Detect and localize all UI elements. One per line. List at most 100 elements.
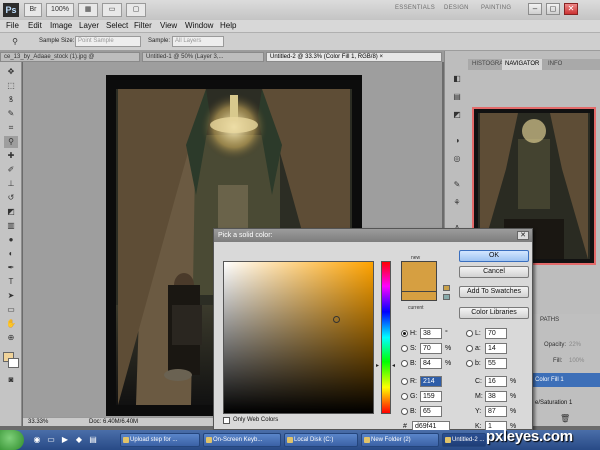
lasso-tool-icon[interactable]: ꝸ [4, 94, 18, 106]
tab-info[interactable]: INFO [548, 61, 562, 67]
ok-button[interactable]: OK [459, 250, 529, 262]
masks-panel-icon[interactable]: ◎ [450, 153, 464, 165]
app-quicklaunch-icon[interactable]: ◆ [74, 435, 84, 445]
status-zoom[interactable]: 33.33% [28, 419, 48, 425]
yellow-input[interactable]: 87 [485, 406, 507, 417]
clone-source-panel-icon[interactable]: ⚘ [450, 197, 464, 209]
b-channel-radio[interactable] [466, 360, 473, 367]
not-web-safe-icon[interactable] [443, 294, 450, 300]
red-radio[interactable] [401, 378, 408, 385]
a-channel-input[interactable]: 14 [485, 343, 507, 354]
sample-size-select[interactable]: Point Sample [75, 36, 141, 47]
close-button[interactable]: ✕ [564, 3, 578, 15]
menu-image[interactable]: Image [50, 21, 72, 30]
dialog-close-icon[interactable]: ✕ [517, 231, 529, 240]
saturation-radio[interactable] [401, 345, 408, 352]
menu-filter[interactable]: Filter [134, 21, 152, 30]
magenta-input[interactable]: 38 [485, 391, 507, 402]
menu-layer[interactable]: Layer [79, 21, 99, 30]
zoom-level-button[interactable]: 100% [46, 3, 74, 17]
workspace-painting[interactable]: PAINTING [481, 5, 511, 11]
cyan-input[interactable]: 16 [485, 376, 507, 387]
tab-stock-image[interactable]: ce_13_by_Adaae_stock (1).jpg @ [0, 52, 140, 62]
background-color-swatch[interactable] [8, 358, 19, 368]
workspace-essentials[interactable]: ESSENTIALS [395, 5, 435, 11]
adjustments-panel-icon[interactable]: ◑ [450, 135, 464, 147]
menu-file[interactable]: File [6, 21, 19, 30]
shape-tool-icon[interactable]: ▭ [4, 304, 18, 316]
workspace-design[interactable]: DESIGN [444, 5, 469, 11]
saturation-brightness-field[interactable] [223, 261, 374, 414]
tab-histogram[interactable]: HISTOGRA [472, 61, 503, 67]
history-brush-icon[interactable]: ↺ [4, 192, 18, 204]
only-web-colors-checkbox[interactable] [223, 417, 230, 424]
menu-select[interactable]: Select [106, 21, 128, 30]
lightness-radio[interactable] [466, 330, 473, 337]
media-quicklaunch-icon[interactable]: ▶ [60, 435, 70, 445]
hue-arrow-left-icon[interactable]: ▸ [376, 362, 379, 369]
brightness-input[interactable]: 84 [420, 358, 442, 369]
minimize-button[interactable]: – [528, 3, 542, 15]
task-local-disk[interactable]: Local Disk (C:) [284, 433, 358, 447]
out-of-gamut-icon[interactable] [443, 285, 450, 291]
brightness-radio[interactable] [401, 360, 408, 367]
sample-select[interactable]: All Layers [172, 36, 224, 47]
lightness-input[interactable]: 70 [485, 328, 507, 339]
pen-tool-icon[interactable]: ✒ [4, 262, 18, 274]
menu-view[interactable]: View [160, 21, 177, 30]
opacity-value[interactable]: 22% [569, 342, 581, 348]
quick-mask-icon[interactable]: ◙ [4, 374, 18, 386]
maximize-button[interactable]: ◻ [546, 3, 560, 15]
quick-select-tool-icon[interactable]: ✎ [4, 108, 18, 120]
blur-tool-icon[interactable]: ● [4, 234, 18, 246]
saturation-input[interactable]: 70 [420, 343, 442, 354]
gradient-tool-icon[interactable]: ▥ [4, 220, 18, 232]
tab-untitled-2[interactable]: Untitled-2 @ 33.3% (Color Fill 1, RGB/8)… [266, 52, 442, 62]
screen-mode-button[interactable]: ▢ [126, 3, 146, 17]
hue-input[interactable]: 38 [420, 328, 442, 339]
tab-navigator[interactable]: NAVIGATOR [502, 59, 543, 70]
eyedropper-tool-icon[interactable]: ⚲ [4, 136, 18, 148]
layer-row-color-fill[interactable]: Color Fill 1 [532, 373, 600, 387]
browser-quicklaunch-icon[interactable]: ◉ [32, 435, 42, 445]
blue-radio[interactable] [401, 408, 408, 415]
hand-tool-icon[interactable]: ✋ [4, 318, 18, 330]
styles-panel-icon[interactable]: ◩ [450, 109, 464, 121]
swatches-panel-icon[interactable]: ▤ [450, 91, 464, 103]
view-extras-button[interactable]: ▦ [78, 3, 98, 17]
color-panel-icon[interactable]: ◧ [450, 73, 464, 85]
type-tool-icon[interactable]: T [4, 276, 18, 288]
add-to-swatches-button[interactable]: Add To Swatches [459, 286, 529, 298]
start-button[interactable] [0, 430, 24, 450]
eyedropper-icon[interactable]: ⚲ [8, 36, 22, 48]
brush-tool-icon[interactable]: ✐ [4, 164, 18, 176]
task-new-folder[interactable]: New Folder (2) [361, 433, 439, 447]
b-channel-input[interactable]: 55 [485, 358, 507, 369]
cancel-button[interactable]: Cancel [459, 266, 529, 278]
path-selection-icon[interactable]: ➤ [4, 290, 18, 302]
green-radio[interactable] [401, 393, 408, 400]
task-on-screen-keyboard[interactable]: On-Screen Keyb... [203, 433, 281, 447]
hue-slider[interactable] [381, 261, 391, 414]
task-photoshop[interactable]: Untitled-2 ... [442, 433, 486, 447]
current-color-swatch[interactable] [401, 291, 437, 301]
green-input[interactable]: 159 [420, 391, 442, 402]
bridge-button[interactable]: Br [24, 3, 42, 17]
move-tool-icon[interactable]: ✥ [4, 66, 18, 78]
marquee-tool-icon[interactable]: ⬚ [4, 80, 18, 92]
layer-row-hue-saturation[interactable]: e/Saturation 1 [532, 396, 600, 410]
tab-untitled-1[interactable]: Untitled-1 @ 50% (Layer 3,... [142, 52, 264, 62]
arrange-documents-button[interactable]: ▭ [102, 3, 122, 17]
tab-paths[interactable]: PATHS [540, 317, 559, 323]
color-field-marker[interactable] [333, 316, 340, 323]
crop-tool-icon[interactable]: ⌗ [4, 122, 18, 134]
hue-radio[interactable] [401, 330, 408, 337]
menu-edit[interactable]: Edit [28, 21, 42, 30]
clone-stamp-icon[interactable]: ⊥ [4, 178, 18, 190]
task-upload-step[interactable]: Upload step for ... [120, 433, 200, 447]
zoom-tool-icon[interactable]: ⊕ [4, 332, 18, 344]
trash-icon[interactable]: 🗑 [560, 414, 570, 423]
dodge-tool-icon[interactable]: ◐ [4, 248, 18, 260]
fill-value[interactable]: 100% [569, 358, 584, 364]
show-desktop-icon[interactable]: ▭ [46, 435, 56, 445]
